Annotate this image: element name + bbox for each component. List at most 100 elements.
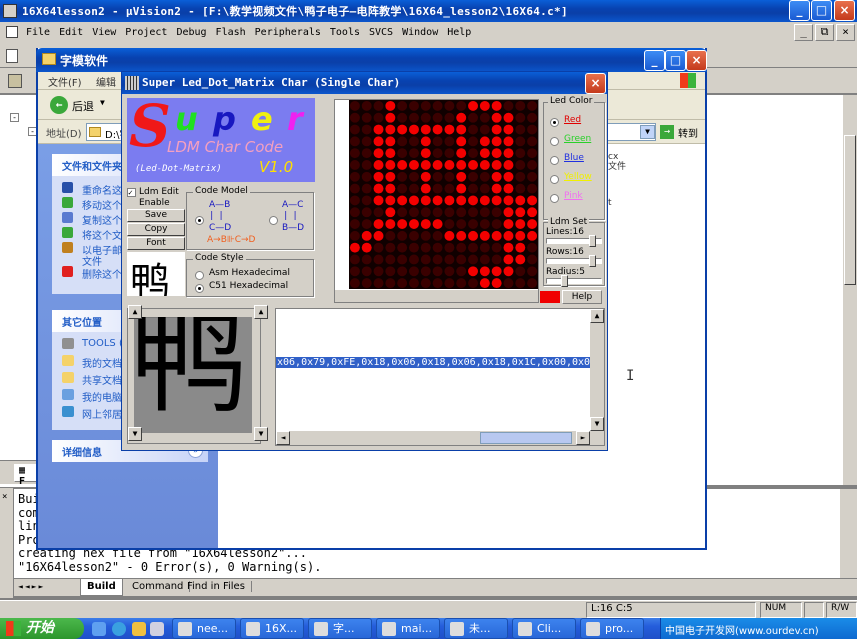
led-dot-on[interactable] bbox=[432, 195, 443, 206]
led-dot-on[interactable] bbox=[491, 112, 502, 123]
radius-slider[interactable] bbox=[546, 275, 602, 287]
led-dot-on[interactable] bbox=[503, 207, 514, 218]
led-dot-on[interactable] bbox=[468, 266, 478, 277]
back-arrow-icon[interactable]: ← bbox=[50, 96, 68, 114]
led-dot-on[interactable] bbox=[397, 160, 408, 170]
canvas-scroll-down[interactable]: ▼ bbox=[128, 427, 142, 441]
led-dot-on[interactable] bbox=[444, 124, 455, 135]
explorer-minimize-button[interactable]: _ bbox=[644, 50, 665, 71]
close-icon[interactable]: × bbox=[2, 492, 7, 502]
led-dot-on[interactable] bbox=[503, 266, 514, 277]
led-dot-on[interactable] bbox=[479, 148, 490, 159]
led-dot-off[interactable] bbox=[432, 254, 443, 265]
led-dot-off[interactable] bbox=[349, 136, 360, 147]
led-dot-on[interactable] bbox=[420, 219, 431, 229]
led-dot-off[interactable] bbox=[444, 254, 455, 265]
led-dot-on[interactable] bbox=[385, 171, 396, 182]
led-dot-off[interactable] bbox=[468, 183, 478, 194]
led-dot-off[interactable] bbox=[456, 266, 467, 277]
led-dot-on[interactable] bbox=[456, 183, 467, 194]
led-dot-off[interactable] bbox=[515, 160, 526, 170]
led-dot-off[interactable] bbox=[409, 100, 419, 111]
ide-menu-item[interactable]: Window bbox=[402, 27, 438, 38]
led-dot-off[interactable] bbox=[491, 254, 502, 265]
copy-button[interactable]: Copy bbox=[127, 223, 185, 236]
led-dot-off[interactable] bbox=[444, 171, 455, 182]
led-dot-off[interactable] bbox=[361, 254, 372, 265]
led-dot-off[interactable] bbox=[515, 100, 526, 111]
quicklaunch-icon[interactable] bbox=[132, 622, 146, 636]
ide-menu-item[interactable]: Debug bbox=[176, 27, 206, 38]
editor-area[interactable] bbox=[706, 95, 857, 485]
led-dot-on[interactable] bbox=[385, 160, 396, 170]
led-dot-off[interactable] bbox=[503, 100, 514, 111]
hex-scroll-thumb[interactable] bbox=[480, 432, 572, 444]
led-dot-off[interactable] bbox=[479, 254, 490, 265]
led-dot-on[interactable] bbox=[444, 195, 455, 206]
led-dot-off[interactable] bbox=[515, 112, 526, 123]
led-dot-off[interactable] bbox=[527, 160, 538, 170]
color-radio-pink[interactable] bbox=[550, 191, 562, 204]
led-dot-off[interactable] bbox=[385, 230, 396, 241]
led-dot-on[interactable] bbox=[479, 266, 490, 277]
minimize-button[interactable]: _ bbox=[789, 0, 810, 21]
task-link[interactable]: 移动这个 bbox=[82, 197, 122, 212]
led-dot-on[interactable] bbox=[456, 124, 467, 135]
led-dot-off[interactable] bbox=[373, 112, 384, 123]
led-dot-off[interactable] bbox=[349, 124, 360, 135]
led-dot-off[interactable] bbox=[409, 242, 419, 253]
led-dot-on[interactable] bbox=[456, 136, 467, 147]
led-dot-off[interactable] bbox=[432, 112, 443, 123]
canvas-scroll-down-right[interactable]: ▼ bbox=[254, 427, 268, 441]
led-dot-off[interactable] bbox=[361, 148, 372, 159]
led-dot-off[interactable] bbox=[491, 219, 502, 229]
led-dot-on[interactable] bbox=[385, 207, 396, 218]
led-dot-off[interactable] bbox=[397, 278, 408, 289]
led-dot-off[interactable] bbox=[456, 254, 467, 265]
start-button[interactable]: 开始 bbox=[0, 618, 84, 639]
taskbar-item[interactable]: Cli... bbox=[512, 618, 576, 639]
led-dot-off[interactable] bbox=[349, 219, 360, 229]
led-dot-on[interactable] bbox=[373, 219, 384, 229]
taskbar-item[interactable]: pro... bbox=[580, 618, 644, 639]
led-dot-on[interactable] bbox=[527, 219, 538, 229]
led-dot-on[interactable] bbox=[409, 124, 419, 135]
file-name[interactable]: cx bbox=[608, 152, 626, 162]
led-dot-off[interactable] bbox=[361, 136, 372, 147]
ldm-close-button[interactable]: × bbox=[585, 73, 606, 94]
led-dot-on[interactable] bbox=[515, 219, 526, 229]
led-dot-off[interactable] bbox=[361, 160, 372, 170]
led-dot-on[interactable] bbox=[420, 195, 431, 206]
led-dot-off[interactable] bbox=[432, 242, 443, 253]
led-dot-on[interactable] bbox=[444, 160, 455, 170]
canvas-scroll-up-right[interactable]: ▲ bbox=[254, 305, 268, 319]
mdi-min-button[interactable]: _ bbox=[794, 24, 813, 41]
led-dot-off[interactable] bbox=[444, 148, 455, 159]
tab-files[interactable]: ▦ F bbox=[14, 464, 38, 487]
back-label[interactable]: 后退 bbox=[72, 98, 94, 114]
led-dot-off[interactable] bbox=[409, 112, 419, 123]
led-dot-off[interactable] bbox=[361, 219, 372, 229]
quicklaunch-icon[interactable] bbox=[112, 622, 126, 636]
color-radio-yellow[interactable] bbox=[550, 172, 562, 185]
led-dot-off[interactable] bbox=[349, 160, 360, 170]
led-dot-on[interactable] bbox=[491, 278, 502, 289]
led-dot-off[interactable] bbox=[479, 219, 490, 229]
led-dot-on[interactable] bbox=[409, 219, 419, 229]
led-dot-on[interactable] bbox=[503, 171, 514, 182]
led-dot-off[interactable] bbox=[420, 207, 431, 218]
led-dot-off[interactable] bbox=[409, 183, 419, 194]
led-dot-on[interactable] bbox=[491, 266, 502, 277]
led-dot-on[interactable] bbox=[468, 230, 478, 241]
task-link[interactable]: 重命名这 bbox=[82, 182, 122, 197]
led-dot-off[interactable] bbox=[444, 207, 455, 218]
led-dot-off[interactable] bbox=[420, 278, 431, 289]
led-dot-on[interactable] bbox=[527, 230, 538, 241]
led-dot-on[interactable] bbox=[503, 183, 514, 194]
led-dot-on[interactable] bbox=[515, 254, 526, 265]
rows-slider[interactable] bbox=[546, 255, 602, 267]
led-dot-on[interactable] bbox=[503, 160, 514, 170]
led-dot-off[interactable] bbox=[527, 254, 538, 265]
back-dropdown-icon[interactable]: ▼ bbox=[100, 98, 105, 107]
led-dot-off[interactable] bbox=[527, 278, 538, 289]
